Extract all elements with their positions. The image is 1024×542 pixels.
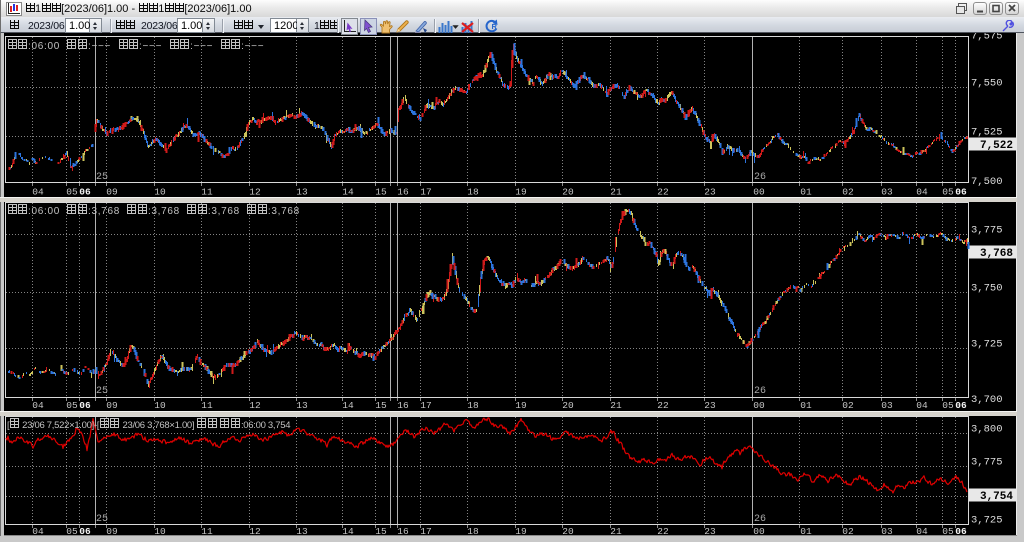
svg-text:3,768: 3,768 [980, 248, 1013, 260]
svg-text:17: 17 [420, 400, 431, 411]
svg-text:01: 01 [800, 526, 812, 537]
svg-text:7,575: 7,575 [971, 33, 1003, 43]
svg-text:26: 26 [754, 514, 766, 525]
svg-text:09: 09 [106, 526, 118, 537]
svg-text:25: 25 [96, 514, 108, 525]
svg-text:22: 22 [657, 400, 669, 411]
svg-text:18: 18 [467, 187, 479, 198]
svg-text:13: 13 [296, 187, 308, 198]
svg-text:16: 16 [397, 526, 409, 537]
svg-text:15: 15 [375, 187, 387, 198]
svg-text:00: 00 [753, 526, 765, 537]
svg-text:05: 05 [66, 187, 78, 198]
svg-text:22: 22 [657, 187, 669, 198]
svg-text:3,754: 3,754 [980, 491, 1013, 503]
svg-text:20: 20 [562, 526, 574, 537]
svg-text:12: 12 [249, 187, 261, 198]
svg-text:21: 21 [610, 400, 622, 411]
svg-text:05: 05 [66, 526, 78, 537]
svg-text:03: 03 [881, 526, 893, 537]
svg-text:7,550: 7,550 [971, 78, 1003, 90]
svg-text:25: 25 [96, 172, 108, 183]
svg-text:26: 26 [754, 386, 766, 397]
svg-text:26: 26 [754, 172, 766, 183]
svg-text:14: 14 [342, 187, 354, 198]
svg-text:20: 20 [562, 400, 574, 411]
svg-text:12: 12 [249, 400, 261, 411]
svg-text:05: 05 [66, 400, 78, 411]
svg-text:14: 14 [342, 526, 354, 537]
svg-text:19: 19 [515, 187, 527, 198]
svg-text:3,725: 3,725 [971, 515, 1003, 527]
svg-text:06: 06 [79, 400, 91, 411]
svg-text:3,725: 3,725 [971, 339, 1003, 351]
svg-text:05: 05 [942, 187, 954, 198]
svg-text:11: 11 [201, 526, 213, 537]
svg-text:19: 19 [515, 400, 527, 411]
svg-text:21: 21 [610, 187, 622, 198]
svg-text:03: 03 [881, 187, 893, 198]
svg-text:06: 06 [79, 526, 91, 537]
svg-text:01: 01 [800, 400, 812, 411]
svg-text:25: 25 [96, 386, 108, 397]
svg-text:04: 04 [916, 187, 928, 198]
svg-text:10: 10 [154, 526, 166, 537]
svg-text:23: 23 [704, 526, 716, 537]
svg-text:3,775: 3,775 [971, 225, 1003, 237]
svg-text:3,775: 3,775 [971, 457, 1003, 469]
svg-text:01: 01 [800, 187, 812, 198]
svg-text:00: 00 [753, 400, 765, 411]
svg-text:03: 03 [881, 400, 893, 411]
svg-text:06: 06 [955, 187, 967, 198]
svg-text:02: 02 [842, 187, 854, 198]
svg-text:04: 04 [32, 400, 44, 411]
svg-text:19: 19 [515, 526, 527, 537]
svg-text:21: 21 [610, 526, 622, 537]
svg-text:17: 17 [420, 187, 431, 198]
svg-text:04: 04 [32, 187, 44, 198]
svg-text:15: 15 [375, 526, 387, 537]
svg-text:18: 18 [467, 400, 479, 411]
svg-text:04: 04 [916, 526, 928, 537]
svg-text:22: 22 [657, 526, 669, 537]
svg-text:17: 17 [420, 526, 431, 537]
svg-text:3,700: 3,700 [971, 394, 1003, 406]
svg-text:13: 13 [296, 400, 308, 411]
svg-text:7,500: 7,500 [971, 176, 1003, 188]
svg-text:23: 23 [704, 400, 716, 411]
svg-text:11: 11 [201, 187, 213, 198]
svg-text:04: 04 [916, 400, 928, 411]
svg-text:16: 16 [397, 400, 409, 411]
svg-text:02: 02 [842, 400, 854, 411]
svg-text:00: 00 [753, 187, 765, 198]
svg-text:06: 06 [955, 400, 967, 411]
svg-text:06: 06 [79, 187, 91, 198]
svg-text:3,750: 3,750 [971, 283, 1003, 295]
svg-text:13: 13 [296, 526, 308, 537]
svg-text:3,800: 3,800 [971, 424, 1003, 436]
svg-text:23: 23 [704, 187, 716, 198]
svg-text:09: 09 [106, 400, 118, 411]
svg-text:15: 15 [375, 400, 387, 411]
svg-text:R: R [492, 22, 498, 31]
svg-text:06: 06 [955, 526, 967, 537]
svg-text:10: 10 [154, 187, 166, 198]
svg-text:04: 04 [32, 526, 44, 537]
svg-text:10: 10 [154, 400, 166, 411]
svg-text:11: 11 [201, 400, 213, 411]
svg-text:20: 20 [562, 187, 574, 198]
svg-text:7,525: 7,525 [971, 127, 1003, 139]
svg-text:05: 05 [942, 526, 954, 537]
svg-text:09: 09 [106, 187, 118, 198]
svg-text:7,522: 7,522 [980, 140, 1013, 152]
svg-text:16: 16 [397, 187, 409, 198]
svg-text:12: 12 [249, 526, 261, 537]
svg-text:02: 02 [842, 526, 854, 537]
svg-text:18: 18 [467, 526, 479, 537]
svg-text:14: 14 [342, 400, 354, 411]
svg-text:05: 05 [942, 400, 954, 411]
